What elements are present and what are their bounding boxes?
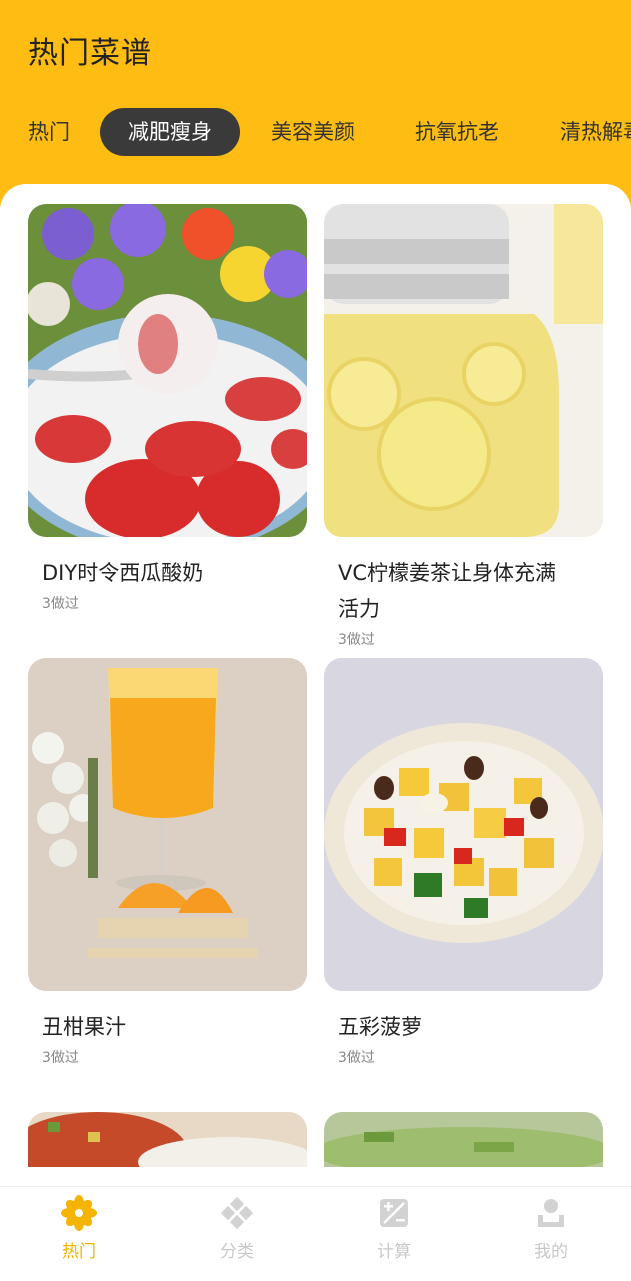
recipe-image-watermelon-yogurt (28, 204, 307, 537)
recipe-title: 五彩菠萝 (338, 1015, 422, 1039)
recipe-title: 丑柑果汁 (42, 1015, 126, 1039)
tab-hot[interactable]: 热门 (28, 108, 70, 156)
calculator-icon (380, 1199, 408, 1227)
category-tabs: 热门 减肥瘦身 美容美颜 抗氧抗老 清热解毒 (0, 108, 631, 158)
recipe-image-lemon-tea (324, 204, 603, 537)
tab-detox[interactable]: 清热解毒 (560, 108, 631, 156)
recipe-card[interactable]: DIY时令西瓜酸奶 3做过 (28, 204, 307, 613)
tab-anti-aging[interactable]: 抗氧抗老 (415, 108, 499, 156)
bottom-navigation: 热门 分类 计算 我的 (0, 1186, 631, 1281)
nav-label: 热门 (62, 1242, 96, 1262)
recipe-grid: DIY时令西瓜酸奶 3做过 VC柠檬姜茶让身体充满活力 3做过 丑柑果汁 3做过… (0, 184, 631, 1186)
recipe-card[interactable]: 丑柑果汁 3做过 (28, 658, 307, 1067)
recipe-card[interactable]: VC柠檬姜茶让身体充满活力 3做过 (324, 204, 603, 649)
recipe-card-partial[interactable] (324, 1112, 603, 1167)
tab-beauty[interactable]: 美容美颜 (271, 108, 355, 156)
recipe-made-count: 3做过 (338, 1050, 375, 1066)
profile-icon (538, 1199, 564, 1227)
nav-label: 我的 (534, 1242, 568, 1262)
nav-item-hot[interactable]: 热门 (19, 1195, 139, 1262)
recipe-image-partial (324, 1112, 603, 1167)
nav-item-profile[interactable]: 我的 (491, 1195, 611, 1262)
category-icon (220, 1196, 254, 1230)
flower-icon (61, 1195, 97, 1231)
nav-item-calculator[interactable]: 计算 (334, 1195, 454, 1262)
recipe-image-orange-juice (28, 658, 307, 991)
nav-label: 计算 (377, 1242, 411, 1262)
recipe-made-count: 3做过 (338, 632, 375, 648)
recipe-card-partial[interactable] (28, 1112, 307, 1167)
recipe-image-pineapple (324, 658, 603, 991)
recipe-made-count: 3做过 (42, 1050, 79, 1066)
recipe-title: DIY时令西瓜酸奶 (42, 561, 204, 585)
nav-item-category[interactable]: 分类 (177, 1195, 297, 1262)
recipe-card[interactable]: 五彩菠萝 3做过 (324, 658, 603, 1067)
nav-label: 分类 (220, 1242, 254, 1262)
page-title: 热门菜谱 (28, 36, 152, 71)
recipe-made-count: 3做过 (42, 596, 79, 612)
recipe-image-partial (28, 1112, 307, 1167)
tab-weight-loss[interactable]: 减肥瘦身 (100, 108, 240, 156)
recipe-title: VC柠檬姜茶让身体充满活力 (338, 561, 557, 621)
